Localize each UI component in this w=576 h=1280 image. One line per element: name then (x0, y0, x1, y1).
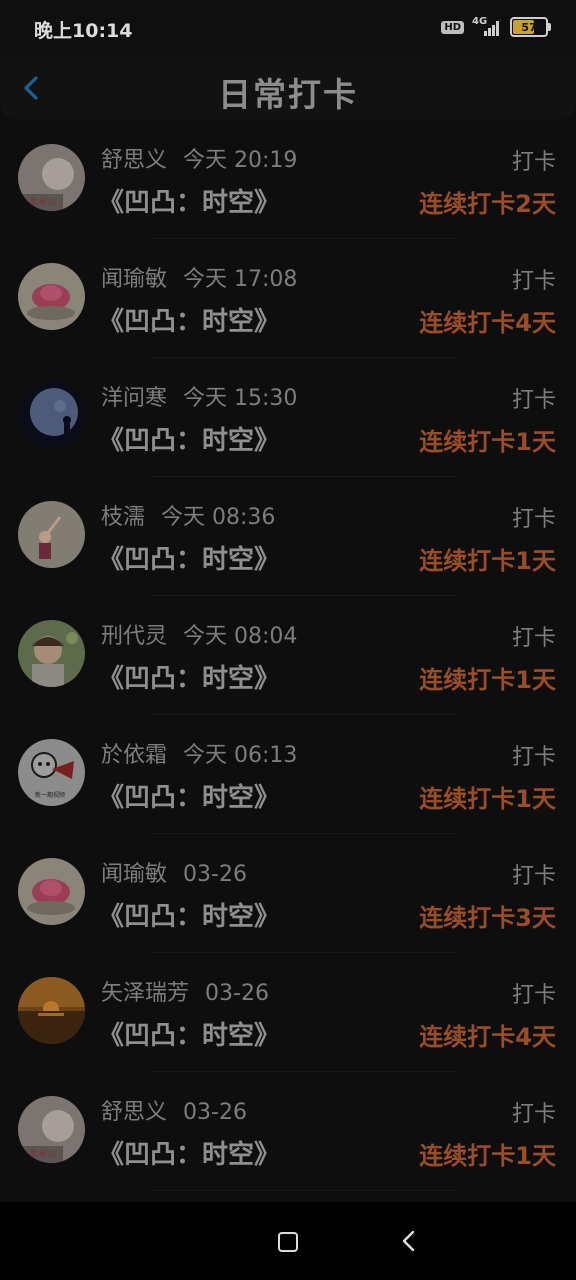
page-title: 日常打卡 (218, 75, 358, 114)
avatar[interactable] (18, 620, 85, 687)
battery-level: 57 (521, 20, 537, 34)
list-item[interactable]: 鸡 爱 心 舒思义 今天 20:19 《凹凸：时空》 打卡 连续打卡2天 (0, 120, 576, 239)
list-item[interactable]: 刑代灵 今天 08:04 《凹凸：时空》 打卡 连续打卡1天 (0, 596, 576, 715)
streak-label: 连续打卡1天 (419, 785, 556, 813)
checkin-tag: 打卡 (511, 388, 556, 413)
avatar[interactable] (18, 977, 85, 1044)
avatar[interactable] (18, 382, 85, 449)
signal-icon: 4G (472, 16, 502, 36)
list-item[interactable]: 鸡 爱 心 舒思义 03-26 《凹凸：时空》 打卡 连续打卡1天 (0, 1072, 576, 1191)
book-title: 《凹凸：时空》 (98, 545, 281, 575)
list-item[interactable]: 闻瑜敏 今天 17:08 《凹凸：时空》 打卡 连续打卡4天 (0, 239, 576, 358)
checkin-tag: 打卡 (511, 1102, 556, 1127)
svg-text:新一期视频: 新一期视频 (35, 791, 65, 799)
avatar[interactable]: 新一期视频 (18, 739, 85, 806)
user-name: 洋问寒 (101, 386, 168, 411)
status-bar: 晚上10:14 HD 4G 57 (0, 0, 576, 56)
checkin-time: 03-26 (183, 1100, 247, 1125)
checkin-time: 今天 08:04 (183, 624, 298, 649)
list-item[interactable]: 洋问寒 今天 15:30 《凹凸：时空》 打卡 连续打卡1天 (0, 358, 576, 477)
checkin-time: 今天 15:30 (183, 386, 298, 411)
checkin-tag: 打卡 (511, 745, 556, 770)
user-name: 矢泽瑞芳 (101, 981, 190, 1006)
book-title: 《凹凸：时空》 (98, 307, 281, 337)
list-item[interactable]: 矢泽瑞芳 03-26 《凹凸：时空》 打卡 连续打卡4天 (0, 953, 576, 1072)
streak-label: 连续打卡3天 (419, 904, 556, 932)
list-item[interactable]: 枝濡 今天 08:36 《凹凸：时空》 打卡 连续打卡1天 (0, 477, 576, 596)
checkin-time: 今天 20:19 (183, 148, 298, 173)
avatar[interactable] (18, 501, 85, 568)
checkin-time: 今天 17:08 (183, 267, 298, 292)
book-title: 《凹凸：时空》 (98, 664, 281, 694)
book-title: 《凹凸：时空》 (98, 1140, 281, 1170)
checkin-time: 今天 06:13 (183, 743, 298, 768)
streak-label: 连续打卡2天 (419, 190, 556, 218)
user-name: 枝濡 (101, 505, 146, 530)
streak-label: 连续打卡1天 (419, 428, 556, 456)
book-title: 《凹凸：时空》 (98, 188, 281, 218)
system-nav-bar (0, 1202, 576, 1280)
checkin-tag: 打卡 (511, 864, 556, 889)
avatar[interactable]: 鸡 爱 心 (18, 1096, 85, 1163)
hd-badge: HD (441, 20, 464, 34)
user-name: 闻瑜敏 (101, 267, 168, 292)
streak-label: 连续打卡1天 (419, 547, 556, 575)
avatar[interactable]: 鸡 爱 心 (18, 144, 85, 211)
checkin-time: 03-26 (205, 981, 269, 1006)
streak-label: 连续打卡1天 (419, 666, 556, 694)
svg-text:鸡 爱 心: 鸡 爱 心 (30, 1149, 55, 1158)
user-name: 刑代灵 (101, 624, 168, 649)
checkin-tag: 打卡 (511, 269, 556, 294)
checkin-time: 03-26 (183, 862, 247, 887)
checkin-tag: 打卡 (511, 983, 556, 1008)
list-item[interactable]: 闻瑜敏 03-26 《凹凸：时空》 打卡 连续打卡3天 (0, 834, 576, 953)
user-name: 於依霜 (101, 743, 168, 768)
user-name: 闻瑜敏 (101, 862, 168, 887)
book-title: 《凹凸：时空》 (98, 902, 281, 932)
checkin-tag: 打卡 (511, 507, 556, 532)
checkin-list: 鸡 爱 心 舒思义 今天 20:19 《凹凸：时空》 打卡 连续打卡2天 闻瑜敏今… (0, 120, 576, 1191)
streak-label: 连续打卡1天 (419, 1142, 556, 1170)
status-icons: HD 4G 57 (441, 16, 551, 37)
recent-apps-icon[interactable] (278, 1232, 298, 1252)
streak-label: 连续打卡4天 (419, 1023, 556, 1051)
avatar[interactable] (18, 263, 85, 330)
svg-text:鸡 爱 心: 鸡 爱 心 (30, 197, 55, 206)
book-title: 《凹凸：时空》 (98, 783, 281, 813)
user-name: 舒思义 (101, 1100, 168, 1125)
book-title: 《凹凸：时空》 (98, 426, 281, 456)
streak-label: 连续打卡4天 (419, 309, 556, 337)
divider (150, 1190, 456, 1191)
status-time: 晚上10:14 (34, 20, 133, 42)
user-name: 舒思义 (101, 148, 168, 173)
app-header: 日常打卡 (0, 56, 576, 120)
book-title: 《凹凸：时空》 (98, 1021, 281, 1051)
checkin-tag: 打卡 (511, 150, 556, 175)
system-back-icon[interactable] (400, 1230, 418, 1252)
checkin-tag: 打卡 (511, 626, 556, 651)
checkin-time: 今天 08:36 (161, 505, 276, 530)
battery-icon: 57 (510, 17, 551, 37)
avatar[interactable] (18, 858, 85, 925)
list-item[interactable]: 新一期视频 於依霜 今天 06:13 《凹凸：时空》 打卡 连续打卡1天 (0, 715, 576, 834)
